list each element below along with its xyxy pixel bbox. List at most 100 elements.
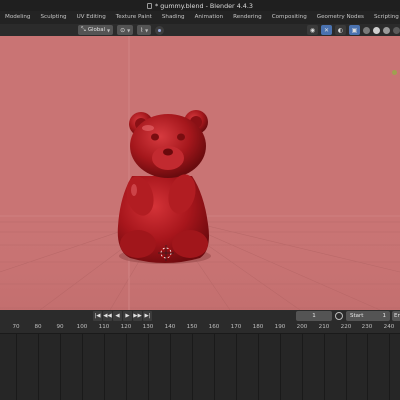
- gizmo-toggle[interactable]: ✕: [321, 25, 332, 35]
- start-value: 1: [382, 313, 387, 319]
- visibility-icon: ◉: [309, 26, 316, 34]
- frame-gridline: [214, 334, 215, 400]
- start-frame-field[interactable]: Start 1: [346, 311, 390, 321]
- rendered-shading-button[interactable]: [393, 26, 400, 34]
- ruler-tick: 100: [76, 324, 88, 330]
- frame-gridline: [346, 334, 347, 400]
- timeline-header: |◀ ◀◀ ◀ ▶ ▶▶ ▶| 1 Start 1 En: [0, 310, 400, 322]
- tab-sculpting[interactable]: Sculpting: [35, 11, 71, 24]
- xray-icon: ▣: [351, 26, 358, 34]
- timeline-ruler[interactable]: 70 80 90 100 110 120 130 140 150 160 170…: [0, 322, 400, 334]
- play-button[interactable]: ▶: [123, 311, 132, 321]
- jump-end-button[interactable]: ▶|: [143, 311, 152, 321]
- window-title: * gummy.blend - Blender 4.4.3: [155, 1, 253, 10]
- ruler-tick: 120: [120, 324, 132, 330]
- workspace-tabs: Modeling Sculpting UV Editing Texture Pa…: [0, 11, 400, 24]
- frame-gridline: [236, 334, 237, 400]
- proportional-editing-toggle[interactable]: [155, 25, 165, 35]
- frame-gridline: [367, 334, 368, 400]
- bear-right-eye: [177, 133, 185, 141]
- proportional-icon: [158, 28, 162, 32]
- visibility-button[interactable]: ◉: [307, 25, 318, 35]
- timeline-tracks[interactable]: [0, 334, 400, 400]
- viewport-header: ⤡ Global ▼ ⊙ ▼ ⌇ ▼ ◉ ✕ ◐ ▣: [0, 24, 400, 36]
- tab-compositing[interactable]: Compositing: [267, 11, 312, 24]
- end-frame-field[interactable]: En: [392, 311, 400, 321]
- tab-geometry-nodes[interactable]: Geometry Nodes: [312, 11, 369, 24]
- ruler-tick: 230: [361, 324, 373, 330]
- bear-left-leg: [120, 230, 156, 258]
- 3d-viewport[interactable]: [0, 36, 400, 310]
- frame-gridline: [60, 334, 61, 400]
- orientation-label: Global: [87, 27, 106, 33]
- bear-left-eye: [151, 133, 159, 141]
- ruler-tick: 90: [56, 324, 64, 330]
- pivot-icon: ⊙: [120, 26, 126, 34]
- chevron-down-icon: ▼: [145, 27, 149, 33]
- ruler-tick: 110: [98, 324, 110, 330]
- jump-keyframe-back-button[interactable]: ◀◀: [103, 311, 112, 321]
- tab-animation[interactable]: Animation: [190, 11, 229, 24]
- frame-gridline: [82, 334, 83, 400]
- clock-icon[interactable]: [335, 312, 343, 320]
- snap-toggle[interactable]: ⌇ ▼: [137, 25, 152, 35]
- material-shading-button[interactable]: [383, 26, 390, 34]
- title-bar: * gummy.blend - Blender 4.4.3: [0, 0, 400, 11]
- tab-texture-paint[interactable]: Texture Paint: [111, 11, 157, 24]
- ruler-tick: 190: [274, 324, 286, 330]
- navigation-gizmo-icon[interactable]: [392, 70, 397, 75]
- current-frame-field[interactable]: 1: [296, 311, 332, 321]
- gummy-bear-object[interactable]: [117, 110, 209, 263]
- frame-gridline: [126, 334, 127, 400]
- frame-gridline: [389, 334, 390, 400]
- ruler-tick: 180: [252, 324, 264, 330]
- jump-keyframe-forward-button[interactable]: ▶▶: [133, 311, 142, 321]
- transform-orientation-dropdown[interactable]: ⤡ Global ▼: [78, 25, 114, 35]
- ruler-tick: 220: [340, 324, 352, 330]
- frame-gridline: [38, 334, 39, 400]
- frame-gridline: [192, 334, 193, 400]
- orientation-icon: ⤡: [81, 26, 86, 33]
- tab-scripting[interactable]: Scripting: [369, 11, 400, 24]
- ruler-tick: 200: [296, 324, 308, 330]
- snap-icon: ⌇: [140, 26, 144, 34]
- start-label: Start: [350, 313, 364, 319]
- ruler-tick: 80: [34, 324, 42, 330]
- overlay-toggle[interactable]: ◐: [335, 25, 346, 35]
- bear-arm-highlight: [131, 184, 137, 196]
- wireframe-shading-button[interactable]: [363, 26, 370, 34]
- tab-rendering[interactable]: Rendering: [228, 11, 267, 24]
- frame-gridline: [324, 334, 325, 400]
- bear-nose: [163, 148, 173, 156]
- frame-gridline: [148, 334, 149, 400]
- bear-head-highlight: [142, 125, 154, 131]
- bear-right-leg: [172, 230, 208, 258]
- solid-shading-button[interactable]: [373, 26, 380, 34]
- frame-gridline: [280, 334, 281, 400]
- tab-modeling[interactable]: Modeling: [0, 11, 35, 24]
- chevron-down-icon: ▼: [107, 27, 111, 33]
- frame-gridline: [258, 334, 259, 400]
- overlay-icon: ◐: [337, 26, 344, 34]
- xray-toggle[interactable]: ▣: [349, 25, 360, 35]
- ruler-tick: 240: [383, 324, 395, 330]
- tab-uv-editing[interactable]: UV Editing: [72, 11, 111, 24]
- pivot-point-dropdown[interactable]: ⊙ ▼: [117, 25, 134, 35]
- ruler-tick: 130: [142, 324, 154, 330]
- ruler-tick: 170: [230, 324, 242, 330]
- play-reverse-button[interactable]: ◀: [113, 311, 122, 321]
- ruler-tick: 70: [12, 324, 20, 330]
- jump-start-button[interactable]: |◀: [93, 311, 102, 321]
- gizmo-icon: ✕: [323, 26, 330, 34]
- frame-gridline: [16, 334, 17, 400]
- ruler-tick: 160: [208, 324, 220, 330]
- chevron-down-icon: ▼: [127, 27, 131, 33]
- frame-gridline: [302, 334, 303, 400]
- ruler-tick: 150: [186, 324, 198, 330]
- document-icon: [147, 2, 152, 9]
- ruler-tick: 140: [164, 324, 176, 330]
- ruler-tick: 210: [318, 324, 330, 330]
- viewport-scene: [0, 36, 400, 310]
- frame-gridline: [170, 334, 171, 400]
- tab-shading[interactable]: Shading: [157, 11, 190, 24]
